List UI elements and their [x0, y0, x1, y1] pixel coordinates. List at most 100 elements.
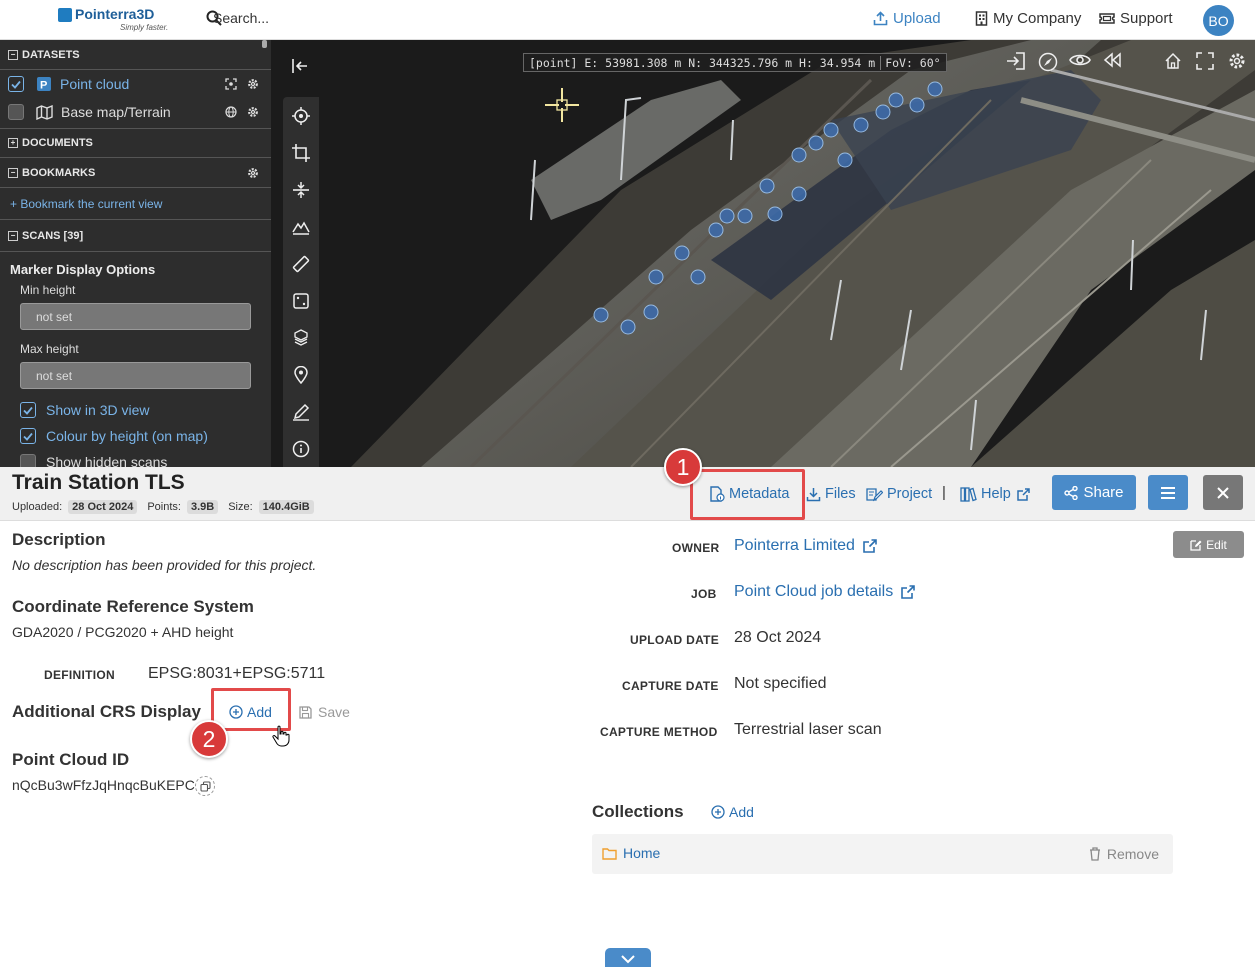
- collection-home-link[interactable]: Home: [602, 845, 660, 861]
- copy-id-button[interactable]: [195, 776, 215, 796]
- section-tool[interactable]: [283, 171, 319, 208]
- zoom-to-icon[interactable]: [225, 78, 237, 90]
- layers-sidebar: − DATASETS P Point cloud Base map/Terrai…: [0, 40, 271, 467]
- expand-toggle-icon: +: [8, 138, 18, 148]
- edit-button[interactable]: Edit: [1173, 531, 1244, 558]
- viewer-settings-gear-icon[interactable]: [1228, 52, 1246, 70]
- search-box[interactable]: Search...: [206, 10, 269, 26]
- point-cloud-checkbox[interactable]: [8, 76, 24, 92]
- globe-icon[interactable]: [225, 106, 237, 118]
- home-view-icon[interactable]: [1164, 52, 1182, 70]
- crosshair-cursor-icon: [545, 88, 579, 122]
- files-label: Files: [825, 486, 856, 502]
- volume-icon: [292, 328, 310, 347]
- collapse-sidebar-icon[interactable]: [291, 58, 309, 74]
- capture-method-value: Terrestrial laser scan: [734, 721, 882, 738]
- logo-mark-icon: [58, 8, 72, 22]
- show-hidden-scans-checkbox[interactable]: [20, 454, 36, 467]
- ticket-icon: [1099, 12, 1115, 25]
- upload-date-value: 28 Oct 2024: [734, 629, 822, 646]
- min-height-label: Min height: [20, 283, 76, 297]
- uploaded-value: 28 Oct 2024: [68, 500, 138, 514]
- size-value: 140.4GiB: [258, 500, 314, 514]
- enter-view-icon[interactable]: [1006, 52, 1026, 70]
- base-map-checkbox[interactable]: [8, 104, 24, 120]
- target-tool[interactable]: [283, 97, 319, 134]
- share-button[interactable]: Share: [1052, 475, 1136, 510]
- collapse-toggle-icon: −: [8, 230, 18, 241]
- owner-link[interactable]: Pointerra Limited: [734, 537, 877, 555]
- search-placeholder[interactable]: Search...: [213, 10, 269, 26]
- support-link[interactable]: Support: [1099, 10, 1173, 27]
- colour-by-height-checkbox[interactable]: [20, 428, 36, 444]
- my-company-link[interactable]: My Company: [975, 10, 1081, 27]
- remove-collection-button[interactable]: Remove: [1089, 846, 1159, 862]
- svg-text:P: P: [40, 80, 47, 92]
- min-height-input[interactable]: not set: [20, 303, 251, 330]
- dataset-point-cloud[interactable]: P Point cloud: [0, 70, 271, 98]
- eye-icon[interactable]: [1069, 52, 1091, 68]
- external-link-icon: [863, 539, 877, 553]
- documents-title: DOCUMENTS: [22, 137, 93, 149]
- colour-by-height-option[interactable]: Colour by height (on map): [0, 423, 271, 449]
- tab-project[interactable]: Project: [866, 486, 932, 502]
- help-link[interactable]: Help: [960, 486, 1034, 502]
- add-collection-button[interactable]: Add: [711, 804, 754, 820]
- upload-link[interactable]: Upload: [873, 10, 941, 27]
- job-link[interactable]: Point Cloud job details: [734, 583, 916, 601]
- annotate-tool[interactable]: [283, 393, 319, 430]
- show-hidden-scans-option[interactable]: Show hidden scans: [0, 449, 271, 467]
- ruler-tool[interactable]: [283, 245, 319, 282]
- save-icon: [299, 705, 312, 719]
- info-tool[interactable]: [283, 430, 319, 467]
- save-crs-label: Save: [318, 704, 350, 720]
- folder-icon: [602, 847, 617, 860]
- logo-tagline: Simply faster.: [120, 23, 169, 32]
- max-height-input[interactable]: not set: [20, 362, 251, 389]
- terrain-tool[interactable]: [283, 208, 319, 245]
- datasets-section-header[interactable]: − DATASETS: [0, 40, 271, 70]
- trash-icon: [1089, 847, 1101, 861]
- close-button[interactable]: [1203, 475, 1243, 510]
- pointerra-dataset-icon: P: [36, 76, 52, 92]
- scans-section-header[interactable]: − SCANS [39]: [0, 220, 271, 252]
- edit-label: Edit: [1206, 537, 1227, 552]
- close-icon: [1217, 486, 1229, 499]
- documents-section-header[interactable]: + DOCUMENTS: [0, 128, 271, 158]
- location-pin-tool[interactable]: [283, 356, 319, 393]
- coordinate-readout: [point] E: 53981.308 m N: 344325.796 m H…: [523, 53, 947, 72]
- dataset-base-map[interactable]: Base map/Terrain: [0, 98, 271, 126]
- pointerra-logo[interactable]: Pointerra3D Simply faster.: [58, 6, 168, 32]
- save-crs-button[interactable]: Save: [299, 704, 350, 720]
- menu-button[interactable]: [1148, 475, 1188, 510]
- point-cloud-3d-viewer[interactable]: [point] E: 53981.308 m N: 344325.796 m H…: [271, 40, 1255, 467]
- bookmark-current-view-link[interactable]: + Bookmark the current view: [0, 188, 271, 220]
- project-title: Train Station TLS: [12, 471, 185, 494]
- compass-icon[interactable]: [1038, 52, 1058, 72]
- show-in-3d-label: Show in 3D view: [46, 402, 150, 418]
- highlight-metadata: [690, 469, 805, 520]
- sidebar-scrollbar[interactable]: [262, 40, 267, 48]
- bookmarks-settings-gear-icon[interactable]: [247, 167, 259, 179]
- logo-brand: Pointerra3D: [75, 6, 155, 22]
- collections-heading: Collections: [592, 802, 684, 821]
- crop-tool[interactable]: [283, 134, 319, 171]
- area-tool[interactable]: [283, 282, 319, 319]
- bookmarks-section-header[interactable]: − BOOKMARKS: [0, 158, 271, 188]
- show-in-3d-option[interactable]: Show in 3D view: [0, 397, 271, 423]
- volume-tool[interactable]: [283, 319, 319, 356]
- expand-panel-button[interactable]: [605, 948, 651, 967]
- coordinate-text: [point] E: 53981.308 m N: 344325.796 m H…: [529, 55, 876, 70]
- owner-value: Pointerra Limited: [734, 537, 855, 554]
- base-map-settings-gear-icon[interactable]: [247, 106, 259, 118]
- point-cloud-id-heading: Point Cloud ID: [12, 750, 130, 769]
- show-in-3d-checkbox[interactable]: [20, 402, 36, 418]
- scans-title: SCANS [39]: [22, 229, 84, 242]
- fullscreen-icon[interactable]: [1196, 52, 1214, 70]
- download-icon: [806, 487, 821, 502]
- info-icon: [292, 440, 310, 458]
- dataset-settings-gear-icon[interactable]: [247, 78, 259, 90]
- user-avatar[interactable]: BO: [1203, 5, 1234, 36]
- tab-files[interactable]: Files: [806, 486, 856, 502]
- rewind-icon[interactable]: [1102, 52, 1122, 68]
